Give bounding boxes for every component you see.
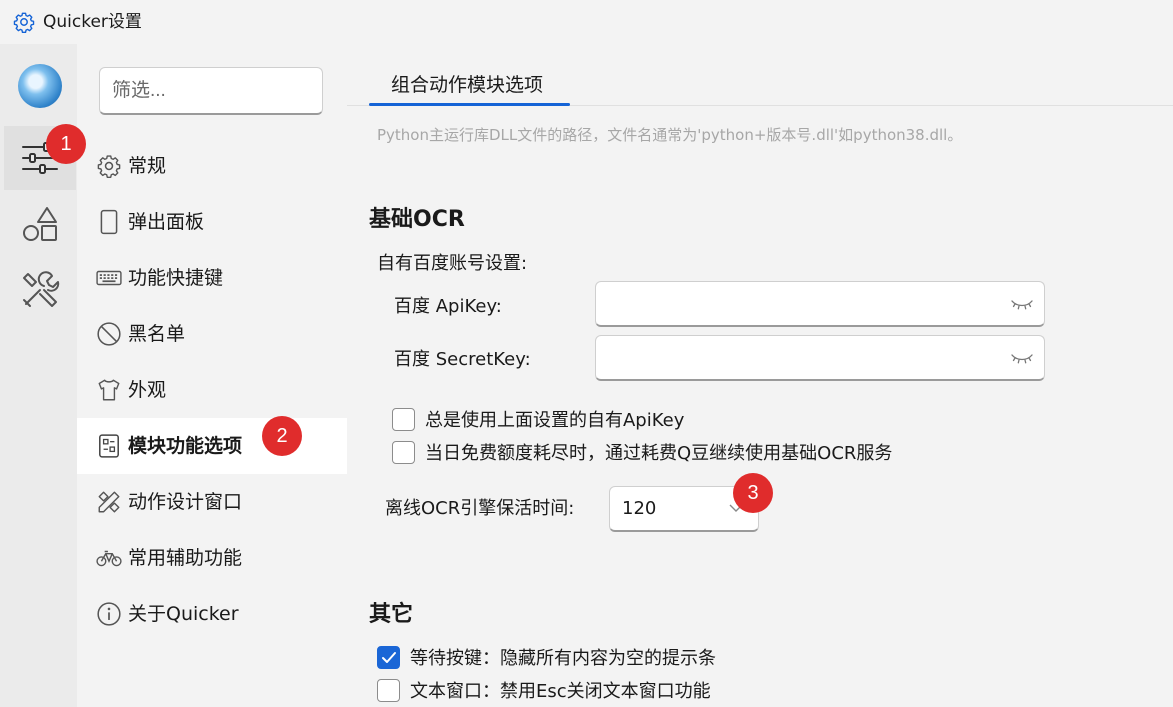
checkbox-label: 总是使用上面设置的自有ApiKey	[425, 410, 685, 431]
apikey-label: 百度 ApiKey:	[394, 296, 502, 317]
annotation-badge: 1	[46, 124, 86, 164]
nav-item-label: 黑名单	[128, 323, 186, 345]
gear-icon	[13, 12, 35, 33]
nav-item-general[interactable]: 常规	[77, 138, 347, 194]
nav-item-label: 常规	[128, 155, 167, 177]
text-window-option[interactable]: 文本窗口：禁用Esc关闭文本窗口功能	[377, 677, 711, 703]
tools-icon	[23, 271, 60, 307]
tab-bar: 组合动作模块选项	[347, 44, 1173, 106]
nav-item-label: 外观	[128, 379, 167, 401]
nav-item-label: 弹出面板	[128, 211, 205, 233]
title-bar: Quicker设置	[0, 0, 1173, 44]
tab-underline	[369, 103, 570, 106]
nav-item-label: 功能快捷键	[128, 267, 224, 289]
always-use-apikey-checkbox[interactable]	[392, 407, 415, 431]
avatar[interactable]	[18, 64, 62, 108]
nav-item-module-options[interactable]: 模块功能选项	[77, 418, 347, 474]
design-tools-icon	[98, 491, 120, 513]
checkbox-label: 等待按键：隐藏所有内容为空的提示条	[410, 648, 716, 669]
nav-item-appearance[interactable]: 外观	[77, 362, 347, 418]
annotation-badge: 3	[733, 473, 773, 513]
gear-icon	[97, 155, 121, 178]
text-window-checkbox[interactable]	[377, 678, 400, 702]
use-qbean-checkbox[interactable]	[392, 440, 415, 464]
always-use-apikey-option[interactable]: 总是使用上面设置的自有ApiKey	[392, 406, 684, 432]
nav-item-hotkeys[interactable]: 功能快捷键	[77, 250, 347, 306]
rail-shapes-button[interactable]	[4, 192, 76, 256]
baidu-account-title: 自有百度账号设置:	[377, 253, 528, 274]
section-title-ocr: 基础OCR	[369, 207, 465, 232]
tshirt-icon	[98, 379, 120, 401]
nav-item-label: 常用辅助功能	[128, 547, 243, 569]
eye-closed-icon[interactable]	[1010, 294, 1034, 314]
nav-item-about[interactable]: 关于Quicker	[77, 586, 347, 642]
keyboard-icon	[96, 270, 122, 286]
nav-item-popup-panel[interactable]: 弹出面板	[77, 194, 347, 250]
tab-label: 组合动作模块选项	[391, 74, 544, 96]
rail-tools-button[interactable]	[4, 258, 76, 322]
filter-input[interactable]	[99, 67, 323, 115]
nav-item-label: 模块功能选项	[128, 435, 243, 457]
use-qbean-option[interactable]: 当日免费额度耗尽时，通过耗费Q豆继续使用基础OCR服务	[392, 439, 892, 465]
bicycle-icon	[96, 550, 122, 567]
panel-icon	[100, 209, 118, 235]
main-content: 组合动作模块选项 Python主运行库DLL文件的路径，文件名通常为'pytho…	[347, 44, 1173, 707]
eye-closed-icon[interactable]	[1010, 348, 1034, 368]
wait-key-option[interactable]: 等待按键：隐藏所有内容为空的提示条	[377, 644, 716, 670]
nav-item-action-designer[interactable]: 动作设计窗口	[77, 474, 347, 530]
wait-key-checkbox[interactable]	[377, 645, 400, 669]
apikey-input[interactable]	[595, 281, 1045, 327]
nav-item-accessibility[interactable]: 常用辅助功能	[77, 530, 347, 586]
tab-module-options[interactable]: 组合动作模块选项	[369, 44, 570, 106]
keepalive-label: 离线OCR引擎保活时间:	[385, 498, 575, 519]
window-title: Quicker设置	[43, 12, 142, 32]
info-icon	[97, 602, 121, 626]
nav-item-label: 关于Quicker	[128, 603, 239, 625]
prohibited-icon	[97, 322, 121, 346]
module-icon	[99, 434, 119, 458]
shapes-icon	[23, 207, 57, 241]
checkbox-label: 当日免费额度耗尽时，通过耗费Q豆继续使用基础OCR服务	[425, 443, 893, 464]
secretkey-label: 百度 SecretKey:	[394, 349, 531, 370]
nav-item-label: 动作设计窗口	[128, 491, 243, 513]
secretkey-input[interactable]	[595, 335, 1045, 381]
checkbox-label: 文本窗口：禁用Esc关闭文本窗口功能	[410, 681, 711, 702]
checkmark-icon	[382, 651, 396, 663]
python-dll-hint: Python主运行库DLL文件的路径，文件名通常为'python+版本号.dll…	[377, 126, 963, 144]
annotation-badge: 2	[262, 416, 302, 456]
keepalive-value: 120	[622, 498, 657, 519]
settings-nav: 常规 弹出面板 功能快捷键 黑名单 外观	[77, 44, 347, 707]
nav-item-blacklist[interactable]: 黑名单	[77, 306, 347, 362]
section-title-other: 其它	[369, 602, 414, 627]
